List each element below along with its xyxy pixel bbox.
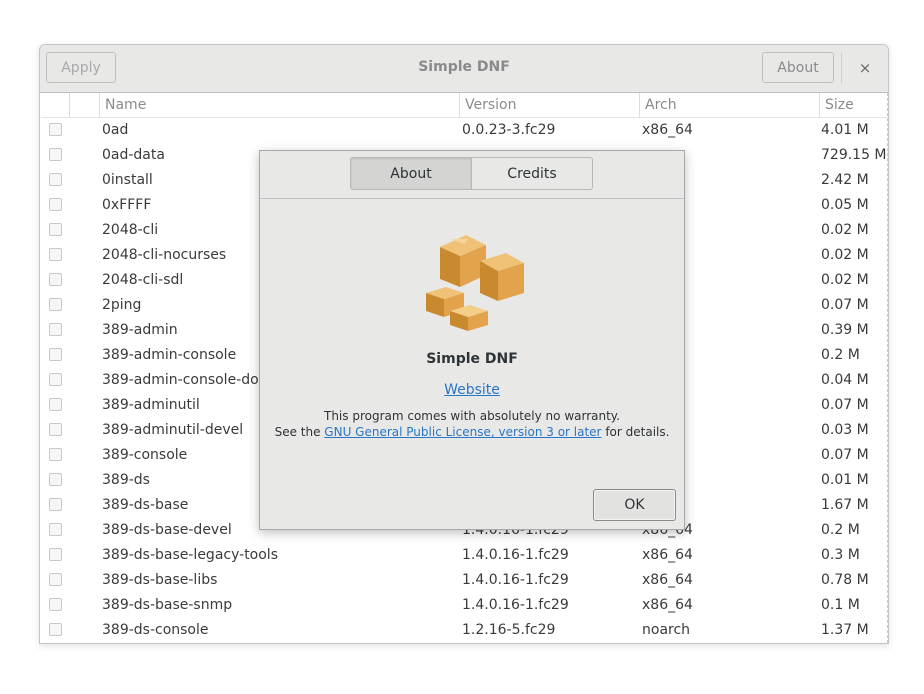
package-arch: x86_64 bbox=[642, 597, 693, 613]
package-arch: x86_64 bbox=[642, 572, 693, 588]
package-version: 1.2.16-5.fc29 bbox=[462, 622, 556, 638]
package-size: 0.2 M bbox=[821, 347, 860, 363]
row-checkbox[interactable] bbox=[49, 398, 62, 411]
package-version: 1.4.0.16-1.fc29 bbox=[462, 547, 569, 563]
tab-about[interactable]: About bbox=[351, 158, 471, 189]
row-checkbox[interactable] bbox=[49, 173, 62, 186]
package-size: 0.07 M bbox=[821, 297, 869, 313]
row-checkbox[interactable] bbox=[49, 598, 62, 611]
table-row[interactable]: 389-ds-console 1.2.16-5.fc29 noarch 1.37 M bbox=[41, 618, 887, 643]
ok-button[interactable]: OK bbox=[593, 489, 676, 521]
table-row[interactable]: 389-ds-base-snmp 1.4.0.16-1.fc29 x86_64 0.1… bbox=[41, 593, 887, 618]
row-checkbox[interactable] bbox=[49, 298, 62, 311]
package-size: 0.02 M bbox=[821, 247, 869, 263]
dialog-headerbar: About Credits bbox=[260, 151, 684, 199]
package-name: 389-ds-base-legacy-tools bbox=[102, 547, 278, 563]
package-size: 0.01 M bbox=[821, 472, 869, 488]
row-checkbox[interactable] bbox=[49, 348, 62, 361]
package-arch: x86_64 bbox=[642, 122, 693, 138]
dialog-tab-switcher: About Credits bbox=[350, 157, 593, 190]
close-icon[interactable]: × bbox=[852, 55, 878, 81]
row-checkbox[interactable] bbox=[49, 473, 62, 486]
column-header-arch[interactable]: Arch bbox=[639, 93, 819, 117]
column-header-name[interactable]: Name bbox=[99, 93, 459, 117]
package-size: 0.02 M bbox=[821, 272, 869, 288]
license-link[interactable]: GNU General Public License, version 3 or… bbox=[324, 425, 601, 439]
package-arch: noarch bbox=[642, 622, 691, 638]
column-header-select[interactable] bbox=[69, 93, 99, 117]
headerbar: Apply Simple DNF About × bbox=[40, 45, 888, 93]
row-checkbox[interactable] bbox=[49, 623, 62, 636]
package-arch: x86_64 bbox=[642, 547, 693, 563]
table-scroll-edge bbox=[886, 93, 888, 643]
license-prefix: See the bbox=[274, 425, 325, 439]
row-checkbox[interactable] bbox=[49, 498, 62, 511]
package-version: 1.4.0.16-1.fc29 bbox=[462, 597, 569, 613]
package-version: 1.4.0.16-1.fc29 bbox=[462, 572, 569, 588]
package-size: 0.1 M bbox=[821, 597, 860, 613]
row-checkbox[interactable] bbox=[49, 423, 62, 436]
tab-credits[interactable]: Credits bbox=[471, 158, 592, 189]
row-checkbox[interactable] bbox=[49, 573, 62, 586]
row-checkbox[interactable] bbox=[49, 148, 62, 161]
package-size: 0.04 M bbox=[821, 372, 869, 388]
website-link[interactable]: Website bbox=[260, 382, 684, 398]
package-name: 0ad bbox=[102, 122, 129, 138]
row-checkbox[interactable] bbox=[49, 123, 62, 136]
table-row[interactable]: 389-ds-base-legacy-tools 1.4.0.16-1.fc29 x… bbox=[41, 543, 887, 568]
row-checkbox[interactable] bbox=[49, 223, 62, 236]
package-name: 389-ds-base-snmp bbox=[102, 597, 233, 613]
column-header-size[interactable]: Size bbox=[819, 93, 887, 117]
package-name: 389-ds-console bbox=[102, 622, 209, 638]
package-size: 0.02 M bbox=[821, 222, 869, 238]
package-size: 0.07 M bbox=[821, 397, 869, 413]
package-size: 0.78 M bbox=[821, 572, 869, 588]
package-size: 0.39 M bbox=[821, 322, 869, 338]
row-checkbox[interactable] bbox=[49, 248, 62, 261]
row-checkbox[interactable] bbox=[49, 373, 62, 386]
row-checkbox[interactable] bbox=[49, 548, 62, 561]
package-size: 0.2 M bbox=[821, 522, 860, 538]
table-row[interactable]: 389-ds-base-libs 1.4.0.16-1.fc29 x86_64 0.7… bbox=[41, 568, 887, 593]
headerbar-separator bbox=[841, 53, 842, 83]
package-size: 2.42 M bbox=[821, 172, 869, 188]
package-size: 0.05 M bbox=[821, 197, 869, 213]
package-name: 389-ds-base-libs bbox=[102, 572, 218, 588]
warranty-text: This program comes with absolutely no wa… bbox=[323, 409, 621, 423]
row-checkbox[interactable] bbox=[49, 523, 62, 536]
row-checkbox[interactable] bbox=[49, 323, 62, 336]
package-size: 1.67 M bbox=[821, 497, 869, 513]
package-size: 4.01 M bbox=[821, 122, 869, 138]
row-checkbox[interactable] bbox=[49, 273, 62, 286]
apply-button[interactable]: Apply bbox=[46, 52, 116, 83]
row-checkbox[interactable] bbox=[49, 448, 62, 461]
about-button[interactable]: About bbox=[762, 52, 834, 83]
package-version: 0.0.23-3.fc29 bbox=[462, 122, 556, 138]
window-title: Simple DNF bbox=[418, 59, 510, 75]
package-boxes-icon bbox=[426, 235, 524, 331]
table-header: Name Version Arch Size bbox=[41, 93, 887, 118]
row-checkbox[interactable] bbox=[49, 198, 62, 211]
package-size: 729.15 M bbox=[821, 147, 887, 163]
package-size: 0.3 M bbox=[821, 547, 860, 563]
package-size: 0.07 M bbox=[821, 447, 869, 463]
about-dialog: About Credits Simple DNF Website This pr… bbox=[259, 150, 685, 530]
package-size: 0.03 M bbox=[821, 422, 869, 438]
license-suffix: for details. bbox=[601, 425, 670, 439]
table-row[interactable]: 0ad 0.0.23-3.fc29 x86_64 4.01 M bbox=[41, 118, 887, 143]
column-header-version[interactable]: Version bbox=[459, 93, 639, 117]
package-size: 1.37 M bbox=[821, 622, 869, 638]
license-text: See the GNU General Public License, vers… bbox=[260, 425, 684, 439]
program-name: Simple DNF bbox=[426, 351, 518, 367]
